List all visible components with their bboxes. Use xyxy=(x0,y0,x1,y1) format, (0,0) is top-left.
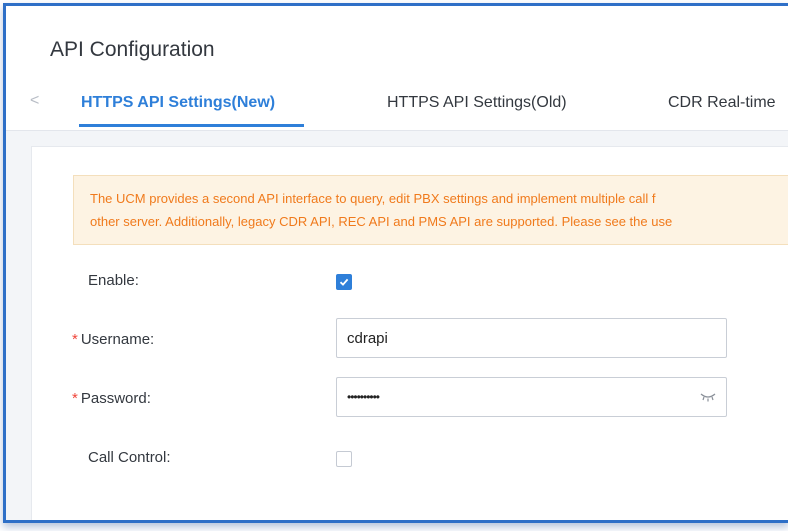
checkmark-icon xyxy=(339,278,349,286)
eye-closed-icon[interactable] xyxy=(700,392,716,402)
username-label: * Username: xyxy=(72,331,154,348)
enable-checkbox[interactable] xyxy=(336,274,352,290)
password-label-text: Password: xyxy=(80,390,151,407)
page-title: API Configuration xyxy=(50,38,215,61)
active-tab-indicator xyxy=(79,124,304,127)
call-control-label: Call Control: xyxy=(88,449,171,466)
required-mark: * xyxy=(72,331,78,348)
username-label-text: Username: xyxy=(80,331,155,348)
username-value: cdrapi xyxy=(347,330,388,347)
password-field[interactable]: •••••••••• xyxy=(336,377,727,417)
password-label: * Password: xyxy=(72,390,151,407)
notice-line-1: The UCM provides a second API interface … xyxy=(90,191,656,206)
tab-scroll-left-icon[interactable]: < xyxy=(30,92,39,110)
call-control-checkbox[interactable] xyxy=(336,451,352,467)
panel-header: API Configuration < HTTPS API Settings(N… xyxy=(6,6,788,131)
tab-cdr-real-time[interactable]: CDR Real-time xyxy=(668,94,776,112)
enable-label: Enable: xyxy=(88,272,139,289)
info-notice: The UCM provides a second API interface … xyxy=(73,175,788,245)
username-field[interactable]: cdrapi xyxy=(336,318,727,358)
api-configuration-window: API Configuration < HTTPS API Settings(N… xyxy=(3,3,788,523)
tab-https-api-settings-new[interactable]: HTTPS API Settings(New) xyxy=(81,94,275,112)
required-mark: * xyxy=(72,390,78,407)
settings-content: The UCM provides a second API interface … xyxy=(31,146,788,520)
notice-line-2: other server. Additionally, legacy CDR A… xyxy=(90,214,673,229)
password-value: •••••••••• xyxy=(347,390,380,404)
tab-https-api-settings-old[interactable]: HTTPS API Settings(Old) xyxy=(387,94,567,112)
